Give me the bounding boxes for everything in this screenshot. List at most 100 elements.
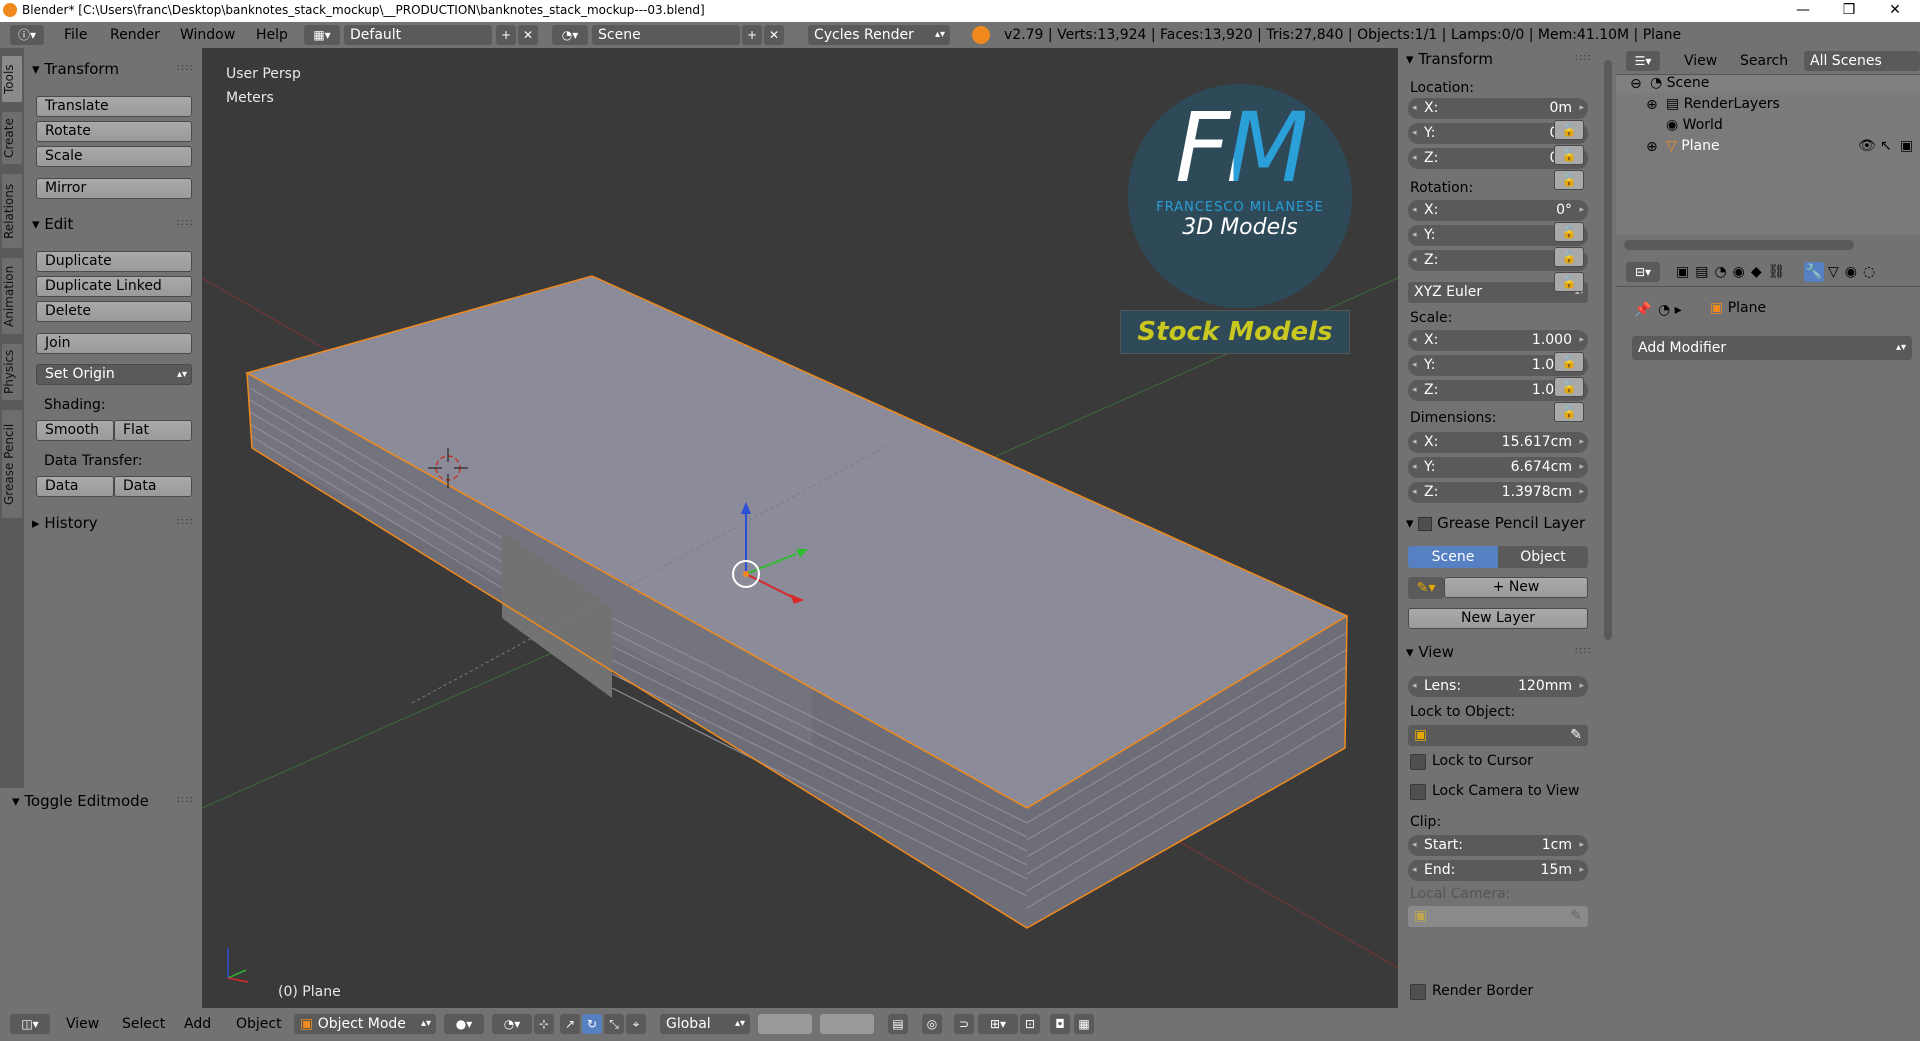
remove-scene-icon[interactable]: ✕: [764, 25, 784, 45]
screen-layout-select[interactable]: Default: [344, 25, 492, 45]
panel-grip-icon[interactable]: ::::: [177, 516, 194, 527]
properties-context-icons[interactable]: ▣▤◔◉◆⛓: [1676, 264, 1791, 280]
rotate-button[interactable]: Rotate: [36, 121, 192, 142]
edit-panel-header[interactable]: ▾ Edit: [32, 215, 73, 233]
lock-icon[interactable]: 🔓: [1554, 352, 1584, 372]
tab-create[interactable]: Create: [2, 112, 22, 164]
local-camera-field[interactable]: ▣ ✎: [1408, 906, 1588, 927]
renderlayers-item[interactable]: ▤ RenderLayers: [1666, 96, 1780, 112]
rotation-x-field[interactable]: ◂ X: 0° ▸: [1408, 200, 1588, 221]
render-border-checkbox[interactable]: [1410, 984, 1426, 1000]
grease-pencil-checkbox[interactable]: [1418, 516, 1433, 531]
visibility-eye-icon[interactable]: 👁: [1858, 138, 1876, 154]
location-x-field[interactable]: ◂ X: 0m ▸: [1408, 98, 1588, 119]
properties-editor-icon[interactable]: ⊟▾: [1626, 262, 1660, 282]
collapse-icon[interactable]: ⊖: [1630, 76, 1642, 92]
manipulator-toggle-icon[interactable]: ⊹: [534, 1014, 554, 1034]
modifier-wrench-icon[interactable]: 🔧: [1804, 262, 1824, 282]
outliner-filter-select[interactable]: All Scenes: [1804, 51, 1920, 71]
expand-icon[interactable]: ⊕: [1646, 97, 1658, 113]
lock-icon[interactable]: 🔓: [1554, 145, 1584, 165]
rotate-manipulator-icon[interactable]: ↻: [582, 1014, 602, 1034]
join-button[interactable]: Join: [36, 333, 192, 354]
3d-viewport[interactable]: User Persp Meters (0) Plane FM FRANCESCO…: [202, 48, 1398, 1008]
gp-object-toggle[interactable]: Object: [1498, 546, 1588, 568]
duplicate-linked-button[interactable]: Duplicate Linked: [36, 276, 192, 297]
properties-context-icons-right[interactable]: ▽◉◌: [1828, 264, 1881, 280]
menu-add[interactable]: Add: [184, 1016, 211, 1032]
opengl-render-icon[interactable]: ◘: [1050, 1014, 1070, 1034]
view-panel-header[interactable]: ▾ View: [1406, 643, 1454, 661]
panel-grip-icon[interactable]: ::::: [1575, 645, 1592, 656]
menu-file[interactable]: File: [64, 27, 87, 43]
lock-icon[interactable]: 🔓: [1554, 402, 1584, 422]
grease-pencil-header[interactable]: ▾ Grease Pencil Layer: [1406, 514, 1585, 532]
lock-object-field[interactable]: ▣ ✎: [1408, 725, 1588, 746]
opengl-animation-icon[interactable]: ▦: [1074, 1014, 1094, 1034]
dimension-x-field[interactable]: ◂ X: 15.617cm ▸: [1408, 432, 1588, 453]
eyedropper-icon[interactable]: ✎: [1570, 725, 1582, 746]
n-panel-scrollbar[interactable]: [1600, 48, 1616, 1008]
operator-panel-header[interactable]: ▾ Toggle Editmode: [12, 792, 149, 810]
lock-icon[interactable]: 🔓: [1554, 377, 1584, 397]
world-item[interactable]: ◉ World: [1666, 117, 1723, 133]
orientation-select[interactable]: Global ▴▾: [660, 1014, 750, 1034]
menu-object[interactable]: Object: [236, 1016, 282, 1032]
tab-relations[interactable]: Relations: [2, 174, 22, 248]
history-panel-header[interactable]: ▸ History: [32, 514, 98, 532]
lock-icon[interactable]: 🔓: [1554, 170, 1584, 190]
snap-target-icon[interactable]: ⊡: [1020, 1014, 1040, 1034]
lock-cursor-checkbox[interactable]: [1410, 754, 1426, 770]
add-scene-icon[interactable]: +: [742, 25, 762, 45]
scrollbar-thumb[interactable]: [1604, 60, 1612, 640]
scene-item[interactable]: ◔ Scene: [1650, 75, 1709, 91]
minimize-button[interactable]: —: [1780, 0, 1826, 22]
panel-grip-icon[interactable]: ::::: [177, 217, 194, 228]
tab-tools[interactable]: Tools: [2, 56, 22, 102]
lock-icon[interactable]: 🔓: [1554, 120, 1584, 140]
gp-new-button[interactable]: + New: [1444, 577, 1588, 598]
pin-icon[interactable]: 📌: [1634, 302, 1651, 318]
viewport-shading-icon[interactable]: ●▾: [444, 1014, 484, 1034]
layers-grid-a[interactable]: [758, 1014, 812, 1034]
lock-camera-checkbox[interactable]: [1410, 784, 1426, 800]
eyedropper-icon[interactable]: ✎: [1570, 906, 1582, 927]
scale-x-field[interactable]: ◂ X: 1.000 ▸: [1408, 330, 1588, 351]
remove-screen-icon[interactable]: ✕: [518, 25, 538, 45]
tab-grease-pencil[interactable]: Grease Pencil: [2, 410, 22, 518]
smooth-button[interactable]: Smooth: [36, 420, 114, 441]
snap-toggle-icon[interactable]: ⊃: [954, 1014, 974, 1034]
gp-new-layer-button[interactable]: New Layer: [1408, 608, 1588, 629]
scale-button[interactable]: Scale: [36, 146, 192, 167]
flat-button[interactable]: Flat: [114, 420, 192, 441]
scene-icon[interactable]: ◔▾: [552, 25, 588, 45]
set-origin-select[interactable]: Set Origin ▴▾: [36, 364, 192, 385]
data-button[interactable]: Data: [36, 476, 114, 497]
duplicate-button[interactable]: Duplicate: [36, 251, 192, 272]
proportional-edit-icon[interactable]: ◎: [922, 1014, 942, 1034]
menu-window[interactable]: Window: [180, 27, 235, 43]
pencil-icon[interactable]: ✎▾: [1408, 577, 1444, 599]
snap-element-icon[interactable]: ⊞▾: [978, 1014, 1018, 1034]
lock-icon[interactable]: 🔓: [1554, 222, 1584, 242]
editor-type-info-icon[interactable]: ⓘ▾: [10, 25, 44, 45]
expand-icon[interactable]: ⊕: [1646, 139, 1658, 155]
lock-icon[interactable]: 🔓: [1554, 272, 1584, 292]
scene-select[interactable]: Scene: [592, 25, 740, 45]
menu-view[interactable]: View: [66, 1016, 99, 1032]
panel-grip-icon[interactable]: ::::: [177, 62, 194, 73]
n-transform-header[interactable]: ▾ Transform: [1406, 50, 1493, 68]
menu-help[interactable]: Help: [256, 27, 288, 43]
clip-end-field[interactable]: ◂ End: 15m ▸: [1408, 860, 1588, 881]
tab-animation[interactable]: Animation: [2, 258, 22, 334]
menu-select[interactable]: Select: [122, 1016, 165, 1032]
add-screen-icon[interactable]: +: [496, 25, 516, 45]
gizmo-icon[interactable]: ⌖: [626, 1014, 646, 1034]
screen-layout-icon[interactable]: ▦▾: [304, 25, 340, 45]
clip-start-field[interactable]: ◂ Start: 1cm ▸: [1408, 835, 1588, 856]
translate-button[interactable]: Translate: [36, 96, 192, 117]
dimension-z-field[interactable]: ◂ Z: 1.3978cm ▸: [1408, 482, 1588, 503]
renderable-camera-icon[interactable]: ▣: [1900, 138, 1913, 154]
gp-scene-toggle[interactable]: Scene: [1408, 546, 1498, 568]
pivot-point-icon[interactable]: ◔▾: [492, 1014, 532, 1034]
